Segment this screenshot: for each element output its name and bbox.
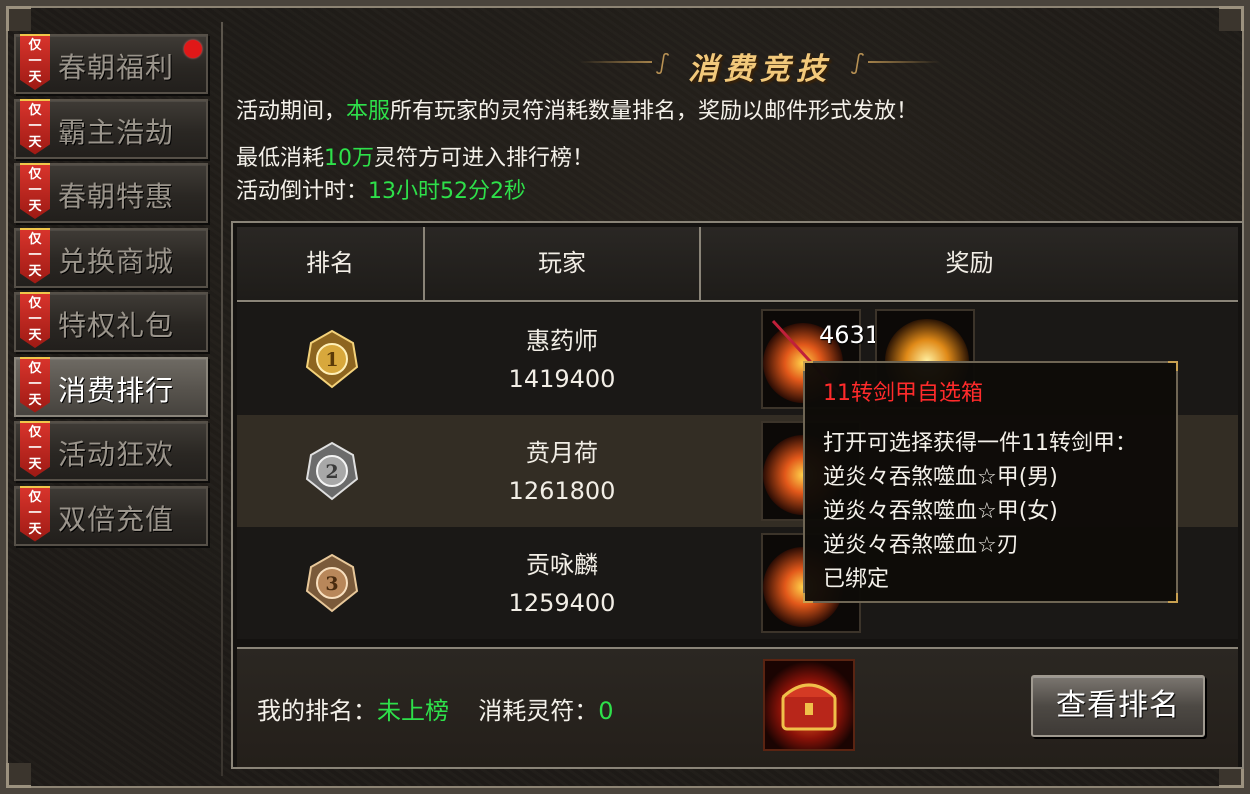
sidebar-item-double-recharge[interactable]: 仅一天 双倍充值	[14, 485, 208, 546]
treasure-chest-item-icon	[765, 661, 853, 749]
limited-ribbon-badge: 仅一天	[20, 163, 50, 219]
countdown-line: 活动倒计时：13小时52分2秒	[236, 179, 527, 204]
header-player: 玩家	[425, 227, 701, 300]
player-score: 1259400	[508, 589, 616, 617]
rules-line-1: 活动期间，本服所有玩家的灵符消耗数量排名，奖励以邮件形式发放！	[236, 99, 919, 124]
sidebar-divider	[221, 22, 223, 776]
header-reward: 奖励	[945, 249, 994, 277]
countdown-timer: 13小时52分2秒	[368, 179, 527, 204]
sidebar-item-label: 霸主浩劫	[58, 115, 175, 149]
reward-slot-treasure-chest[interactable]	[763, 659, 855, 751]
tooltip-corner	[1168, 361, 1178, 371]
tooltip-option: 逆炎々吞煞噬血☆刃	[823, 533, 1019, 558]
tooltip-corner	[803, 361, 813, 371]
activity-sidebar: 仅一天 春朝福利 仅一天 霸主浩劫 仅一天 春朝特惠 仅一天 兑换商城 仅一天 …	[14, 34, 212, 550]
sidebar-item-spring-welfare[interactable]: 仅一天 春朝福利	[14, 34, 208, 94]
sidebar-item-label: 特权礼包	[58, 309, 175, 342]
player-name: 贲月荷	[526, 439, 598, 467]
player-name: 惠药师	[526, 327, 598, 355]
sidebar-item-label: 春朝特惠	[58, 180, 175, 213]
view-ranking-button[interactable]: 查看排名	[1031, 675, 1205, 737]
frame-corner	[6, 763, 31, 788]
sidebar-item-label: 兑换商城	[58, 244, 175, 278]
sidebar-item-spring-sale[interactable]: 仅一天 春朝特惠	[14, 163, 208, 223]
tooltip-bound-status: 已绑定	[823, 567, 890, 592]
player-score: 1261800	[508, 477, 616, 505]
gold-medal-rank-icon: 1	[305, 329, 359, 389]
limited-ribbon-badge: 仅一天	[20, 421, 50, 477]
sidebar-item-consumption-ranking[interactable]: 仅一天 消费排行	[14, 356, 208, 417]
limited-ribbon-badge: 仅一天	[20, 485, 50, 542]
tooltip-corner	[803, 593, 813, 603]
player-score: 1419400	[508, 365, 616, 393]
scroll-ornament-icon: ഽ	[850, 50, 864, 74]
sidebar-item-label: 双倍充值	[58, 502, 175, 536]
svg-text:1: 1	[325, 349, 338, 371]
tooltip-item-name: 11转剑甲自选箱	[823, 381, 983, 406]
sidebar-item-overlord-calamity[interactable]: 仅一天 霸主浩劫	[14, 98, 208, 159]
my-rank-line: 我的排名：未上榜 消耗灵符：0	[257, 697, 614, 725]
tooltip-description: 打开可选择获得一件11转剑甲：	[823, 431, 1137, 456]
sidebar-item-label: 消费排行	[58, 373, 175, 407]
svg-text:3: 3	[325, 573, 338, 595]
scroll-ornament-icon: ഽ	[656, 50, 670, 74]
tooltip-option: 逆炎々吞煞噬血☆甲(女)	[823, 499, 1058, 524]
limited-ribbon-badge: 仅一天	[20, 356, 50, 413]
title-divider-line	[868, 61, 940, 63]
my-rank-footer: 我的排名：未上榜 消耗灵符：0 查看排名	[237, 647, 1238, 767]
limited-ribbon-badge: 仅一天	[20, 98, 50, 155]
header-rank: 排名	[237, 227, 425, 300]
sidebar-item-exchange-shop[interactable]: 仅一天 兑换商城	[14, 227, 208, 288]
limited-ribbon-badge: 仅一天	[20, 227, 50, 284]
server-highlight: 本服	[346, 99, 391, 124]
min-consume-highlight: 10万	[324, 146, 375, 171]
sidebar-item-privilege-pack[interactable]: 仅一天 特权礼包	[14, 292, 208, 352]
frame-corner	[6, 6, 31, 31]
my-consume-value: 0	[598, 697, 614, 725]
my-rank-value: 未上榜	[377, 697, 449, 725]
bronze-medal-rank-icon: 3	[305, 553, 359, 613]
rules-line-2: 最低消耗10万灵符方可进入排行榜！	[236, 146, 595, 171]
panel-title-banner: ഽ 消费竞技 ഽ	[580, 40, 940, 87]
limited-ribbon-badge: 仅一天	[20, 292, 50, 348]
sidebar-item-label: 活动狂欢	[58, 438, 175, 471]
title-divider-line	[580, 61, 652, 63]
table-header: 排名 玩家 奖励	[237, 227, 1238, 302]
frame-corner	[1219, 6, 1244, 31]
reward-count: 4631	[819, 321, 881, 349]
panel-title: 消费竞技	[688, 52, 832, 87]
svg-text:2: 2	[325, 461, 338, 483]
sidebar-item-label: 春朝福利	[58, 51, 175, 84]
tooltip-option: 逆炎々吞煞噬血☆甲(男)	[823, 465, 1058, 490]
sidebar-item-event-carnival[interactable]: 仅一天 活动狂欢	[14, 421, 208, 481]
notification-dot-icon	[184, 40, 202, 58]
player-name: 贡咏麟	[526, 551, 598, 579]
limited-ribbon-badge: 仅一天	[20, 34, 50, 90]
silver-medal-rank-icon: 2	[305, 441, 359, 501]
item-tooltip: 11转剑甲自选箱 打开可选择获得一件11转剑甲： 逆炎々吞煞噬血☆甲(男) 逆炎…	[803, 361, 1178, 603]
tooltip-corner	[1168, 593, 1178, 603]
